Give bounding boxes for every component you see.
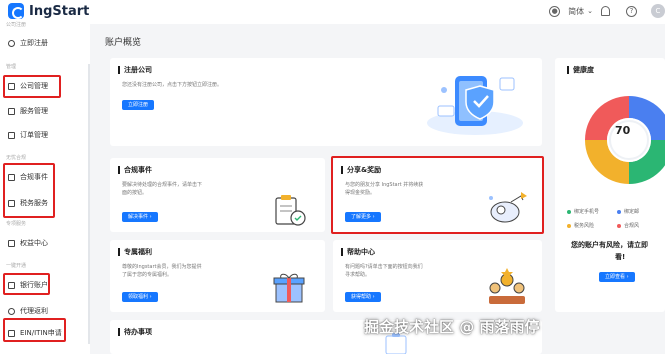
sidebar-group-label: 专项服务	[6, 221, 27, 227]
gift-box-illustration	[273, 273, 305, 303]
card-desc: 面的按钮。	[122, 190, 148, 196]
sidebar-item-register[interactable]: 立即注册	[0, 36, 82, 50]
register-card: 注册公司 您还没有注册公司，点击下方按钮立即注册。 立即注册	[110, 58, 542, 146]
card-title: 帮助中心	[341, 248, 375, 256]
legend-label: 税务风险	[574, 223, 595, 229]
health-card: 健康度 70 绑定手机号 绑定邮 税务风险 合规风 您的账户有风险，请立即 看!…	[555, 58, 665, 312]
avatar[interactable]: C	[651, 4, 665, 18]
card-desc: 您还没有注册公司，点击下方按钮立即注册。	[122, 82, 223, 88]
sidebar-group-label: 公司注册	[6, 22, 27, 28]
card-desc: 了属于您的专属福利。	[122, 272, 173, 278]
card-desc: 要解决待处理的合规事件，请单击下	[122, 182, 203, 188]
top-bar: IngStart ● 简体 ⌄ ? C	[0, 0, 665, 24]
card-desc: 寻求帮助。	[345, 272, 371, 278]
highlight-box	[3, 75, 61, 98]
card-title: 待办事项	[118, 328, 152, 336]
health-score: 70	[615, 124, 631, 137]
sidebar-item-rebate[interactable]: 代理返利	[0, 304, 82, 318]
sidebar-item-label: 服务管理	[20, 107, 48, 115]
legend-item: 绑定手机号	[567, 208, 599, 215]
chevron-down-icon: ⌄	[587, 7, 593, 15]
sidebar-item-orders[interactable]: 订单管理	[0, 128, 82, 142]
legend-label: 绑定邮	[624, 209, 640, 215]
card-title: 专属福利	[118, 248, 152, 256]
legend-label: 绑定手机号	[574, 209, 600, 215]
top-right-tools: ● 简体 ⌄ ? C	[541, 4, 665, 18]
sidebar-group-label: 管理	[6, 64, 17, 70]
resolve-events-button[interactable]: 解决事件 ›	[122, 212, 158, 222]
sidebar-item-label: 立即注册	[20, 39, 48, 47]
highlight-box	[3, 163, 55, 218]
watermark-text: 掘金技术社区 @ 雨落雨停	[364, 318, 540, 336]
sidebar-group-label: 一键开通	[6, 263, 27, 269]
legend-dot	[567, 223, 571, 228]
sidebar-item-services[interactable]: 服务管理	[0, 104, 82, 118]
sidebar-item-label: 代理返利	[20, 307, 48, 315]
sidebar-group-label: 无忧合规	[6, 155, 27, 161]
gift-icon	[8, 239, 15, 247]
card-title: 合规事件	[118, 166, 152, 174]
legend-dot	[617, 223, 621, 228]
card-desc: 有问题吗?请单击下面的按钮向我们	[345, 264, 423, 270]
help-icon[interactable]: ?	[626, 5, 637, 17]
compliance-card: 合规事件 要解决待处理的合规事件，请单击下 面的按钮。 解决事件 ›	[110, 158, 325, 232]
register-button[interactable]: 立即注册	[122, 100, 155, 110]
legend-item: 税务风险	[567, 222, 594, 229]
help-card: 帮助中心 有问题吗?请单击下面的按钮向我们 寻求帮助。 获得帮助 ›	[333, 240, 542, 312]
legend-dot	[567, 209, 571, 214]
logo-icon	[8, 3, 24, 19]
view-now-button[interactable]: 立即查看 ›	[599, 272, 635, 282]
bell-icon[interactable]	[601, 6, 610, 16]
legend-item: 绑定邮	[617, 208, 639, 215]
bag-icon	[8, 107, 15, 115]
sidebar-scrollbar[interactable]	[88, 64, 90, 344]
phone-shield-illustration	[427, 76, 523, 135]
legend-item: 合规风	[617, 222, 639, 229]
highlight-box	[3, 318, 66, 342]
risk-warning-line2: 看!	[615, 253, 626, 261]
legend-label: 合规风	[624, 223, 640, 229]
health-donut-chart	[585, 96, 665, 184]
user-icon	[8, 39, 15, 47]
legend-dot	[617, 209, 621, 214]
card-title: 健康度	[567, 66, 594, 74]
risk-warning-line1: 您的账户有风险，请立即	[571, 241, 648, 249]
doc-icon	[8, 131, 15, 139]
user-circle-icon[interactable]: ●	[549, 5, 561, 17]
sidebar-item-label: 订单管理	[20, 131, 48, 139]
sidebar-item-label: 权益中心	[20, 239, 48, 247]
card-desc: 尊敬的Ingstart会员，我们为您提供	[122, 264, 202, 270]
clipboard-illustration	[275, 195, 306, 226]
claim-benefits-button[interactable]: 领取福利 ›	[122, 292, 158, 302]
highlight-box	[3, 273, 50, 295]
benefits-card: 专属福利 尊敬的Ingstart会员，我们为您提供 了属于您的专属福利。 领取福…	[110, 240, 325, 312]
highlight-box	[331, 156, 544, 234]
sidebar-item-benefits[interactable]: 权益中心	[0, 236, 82, 250]
app-logo[interactable]: IngStart	[8, 3, 89, 19]
language-selector[interactable]: 简体	[568, 6, 584, 17]
share-icon	[8, 307, 15, 315]
page-title: 账户概览	[105, 38, 142, 48]
support-team-illustration	[489, 268, 525, 304]
get-help-button[interactable]: 获得帮助 ›	[345, 292, 381, 302]
card-title: 注册公司	[118, 66, 152, 74]
app-name: IngStart	[29, 3, 90, 19]
